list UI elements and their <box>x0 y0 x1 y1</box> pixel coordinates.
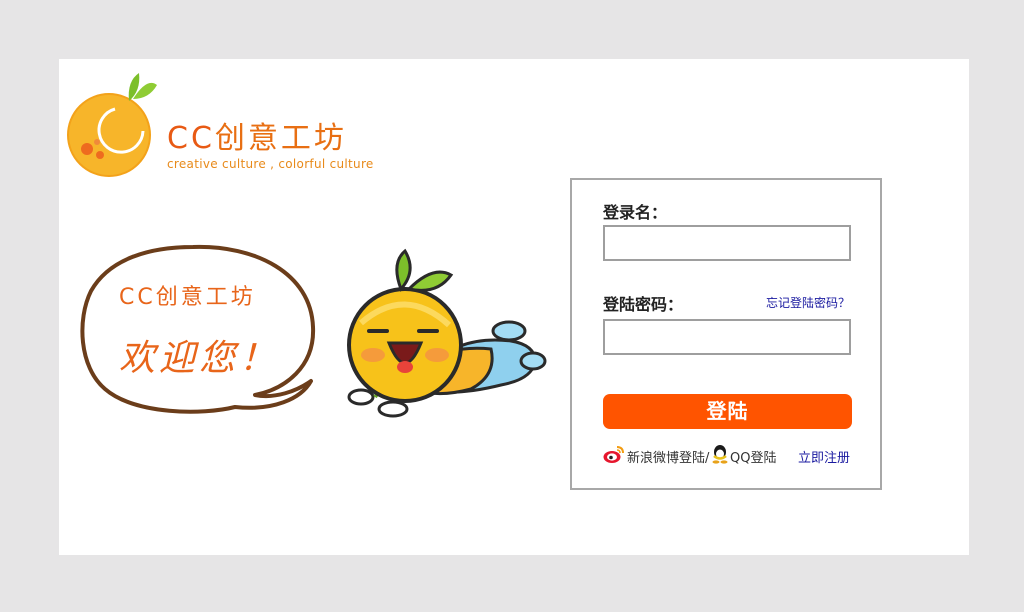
weibo-icon[interactable] <box>603 444 625 464</box>
bubble-welcome: 欢迎您！ <box>119 338 280 379</box>
logo-title-cc: CC <box>167 121 215 156</box>
bubble-title: CC创意工坊 <box>119 285 256 310</box>
password-input[interactable] <box>603 319 851 355</box>
qq-login-link[interactable]: QQ登陆 <box>730 447 776 466</box>
logo: CC创意工坊 creative culture , colorful cultu… <box>67 69 387 179</box>
qq-icon[interactable] <box>711 444 729 464</box>
register-link[interactable]: 立即注册 <box>798 447 850 466</box>
weibo-login-link[interactable]: 新浪微博登陆/ <box>627 447 709 466</box>
logo-subtitle: creative culture , colorful culture <box>167 157 374 171</box>
logo-title-text: 创意工坊 <box>214 121 347 156</box>
login-panel: 登录名： 登陆密码： 忘记登陆密码？ 登陆 新浪微博登陆/ QQ登陆 立即注册 <box>570 178 882 490</box>
mascot-illustration <box>347 248 547 418</box>
login-button[interactable]: 登陆 <box>603 394 852 429</box>
username-input[interactable] <box>603 225 851 261</box>
password-label: 登陆密码： <box>603 295 684 314</box>
logo-title: CC创意工坊 <box>167 113 347 157</box>
main-card: CC创意工坊 creative culture , colorful cultu… <box>59 59 969 555</box>
orange-logo-icon <box>67 73 157 177</box>
forgot-password-link[interactable]: 忘记登陆密码？ <box>766 294 850 311</box>
username-label: 登录名： <box>603 203 668 222</box>
